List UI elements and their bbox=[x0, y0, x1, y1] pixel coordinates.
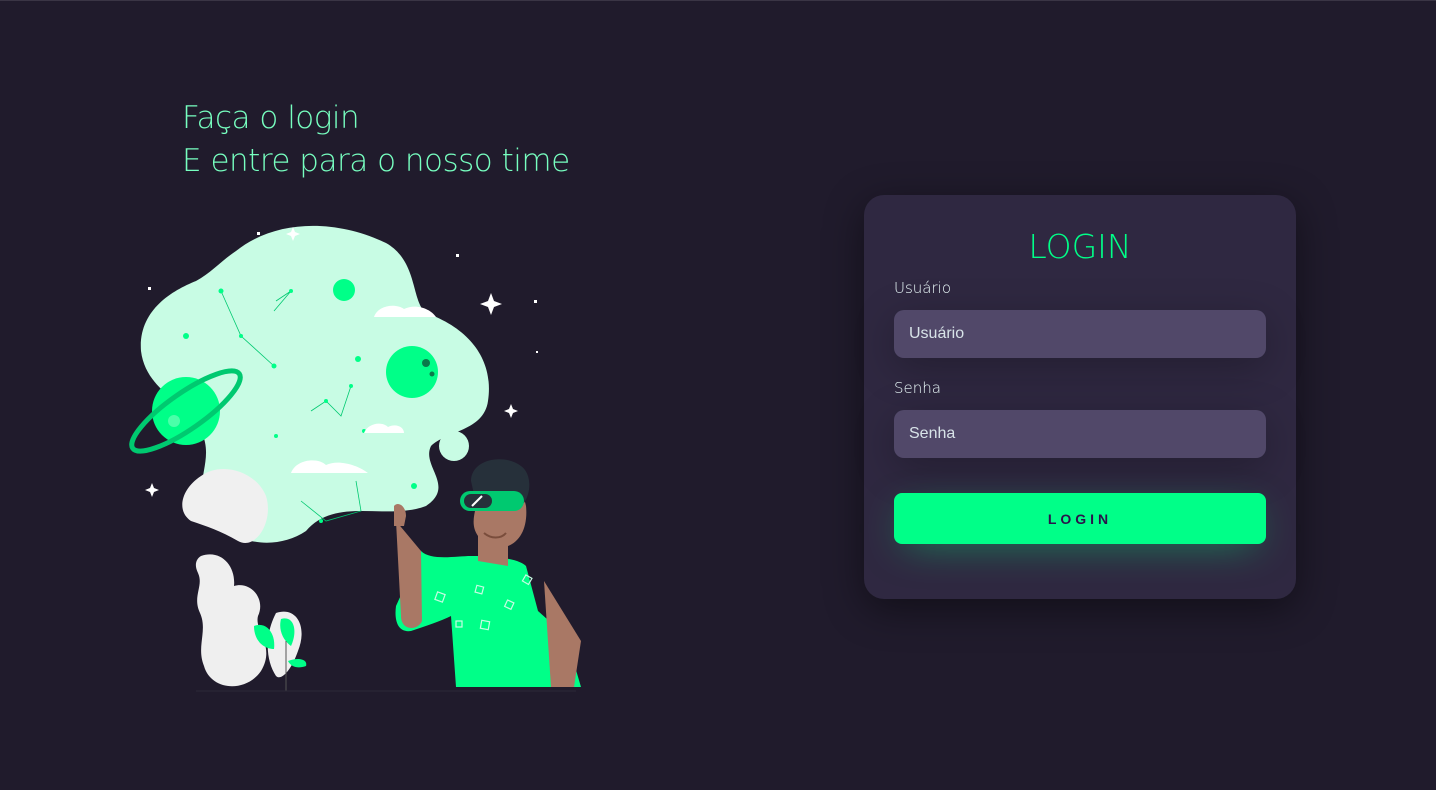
moon-planet bbox=[386, 346, 438, 398]
small-bubble bbox=[439, 431, 469, 461]
password-label: Senha bbox=[894, 379, 941, 397]
password-input[interactable] bbox=[894, 410, 1266, 458]
welcome-heading-line-1: Faça o login bbox=[182, 100, 360, 136]
person-vr-space-illustration bbox=[129, 225, 581, 692]
username-input[interactable] bbox=[894, 310, 1266, 358]
small-planet bbox=[333, 279, 355, 301]
plant-leaf bbox=[195, 554, 267, 687]
login-button[interactable]: LOGIN bbox=[894, 493, 1266, 544]
login-card: LOGIN Usuário Senha LOGIN bbox=[864, 195, 1296, 599]
login-title: LOGIN bbox=[1028, 227, 1132, 266]
username-label: Usuário bbox=[894, 279, 952, 297]
welcome-heading-line-2: E entre para o nosso time bbox=[182, 143, 570, 179]
login-page: Faça o login E entre para o nosso time L… bbox=[0, 0, 1436, 790]
welcome-heading: Faça o login E entre para o nosso time bbox=[182, 97, 570, 183]
